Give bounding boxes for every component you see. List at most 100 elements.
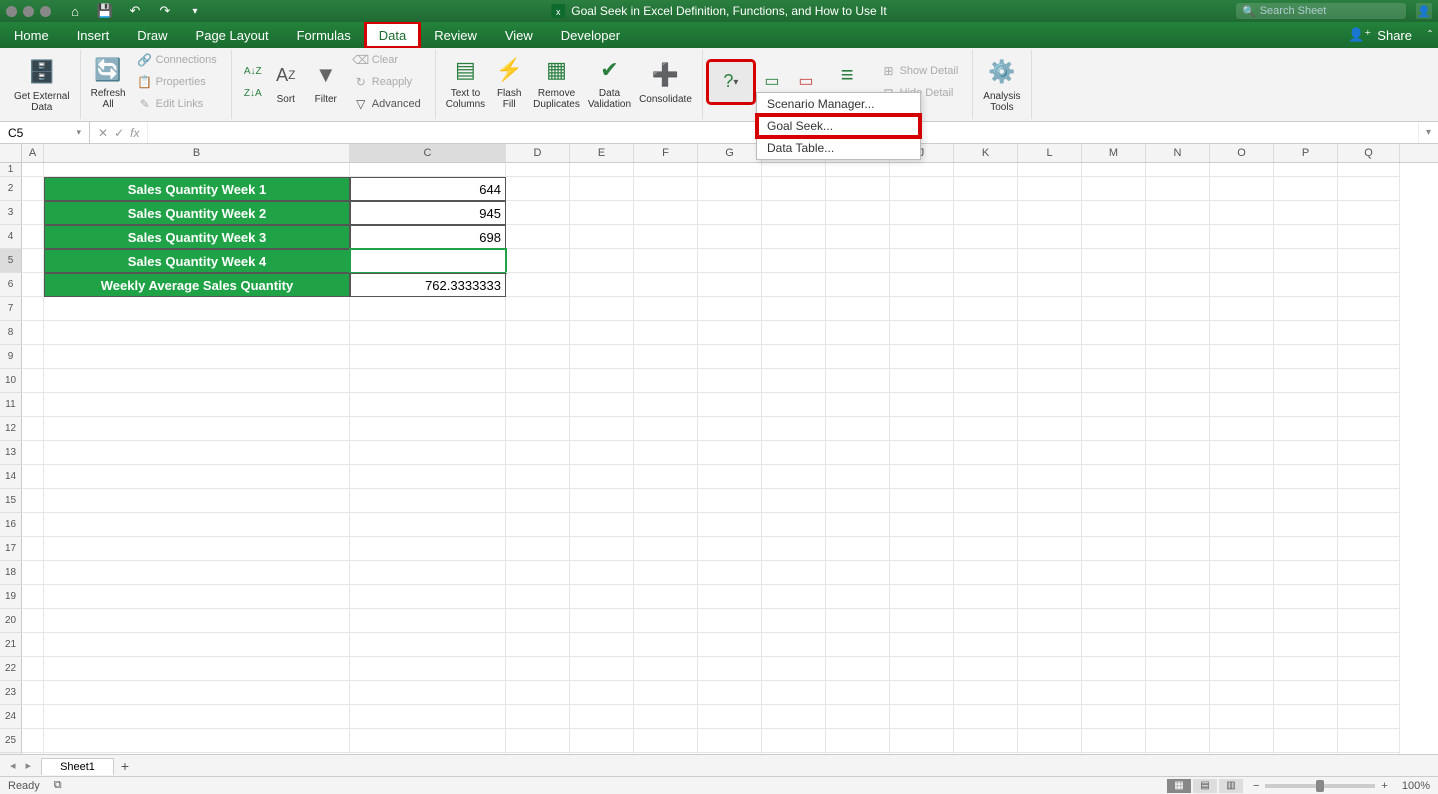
cell[interactable] [1274, 753, 1338, 754]
row-header-7[interactable]: 7 [0, 297, 22, 321]
cell[interactable] [890, 369, 954, 393]
cell[interactable] [570, 681, 634, 705]
cell[interactable] [1146, 609, 1210, 633]
cell[interactable] [890, 441, 954, 465]
cell[interactable] [762, 417, 826, 441]
cell[interactable] [1018, 705, 1082, 729]
cell[interactable] [1146, 417, 1210, 441]
tab-page-layout[interactable]: Page Layout [182, 22, 283, 48]
row-header-16[interactable]: 16 [0, 513, 22, 537]
cell[interactable] [1338, 249, 1400, 273]
cell[interactable] [890, 705, 954, 729]
cell[interactable] [1146, 177, 1210, 201]
cell[interactable] [634, 537, 698, 561]
cell[interactable] [698, 537, 762, 561]
cell[interactable] [570, 633, 634, 657]
cell[interactable] [506, 417, 570, 441]
cell[interactable] [1338, 633, 1400, 657]
cell[interactable] [1018, 681, 1082, 705]
cell[interactable] [1146, 513, 1210, 537]
cell[interactable] [954, 609, 1018, 633]
cell[interactable] [22, 417, 44, 441]
cell[interactable] [1338, 465, 1400, 489]
cell[interactable] [762, 609, 826, 633]
show-detail-button[interactable]: ⊞Show Detail [878, 61, 963, 81]
zoom-dot[interactable] [40, 6, 51, 17]
cell[interactable] [634, 681, 698, 705]
cell[interactable] [1018, 201, 1082, 225]
cell[interactable] [1210, 225, 1274, 249]
cell[interactable] [954, 633, 1018, 657]
cell[interactable] [1338, 489, 1400, 513]
cell[interactable] [1210, 441, 1274, 465]
remove-duplicates-button[interactable]: ▦Remove Duplicates [529, 47, 584, 117]
cell[interactable] [1018, 561, 1082, 585]
row-header-2[interactable]: 2 [0, 177, 22, 201]
tab-view[interactable]: View [491, 22, 547, 48]
cell[interactable] [350, 537, 506, 561]
cell[interactable] [1210, 513, 1274, 537]
cell[interactable] [1018, 537, 1082, 561]
cell[interactable]: 698 [350, 225, 506, 249]
cell[interactable] [1210, 585, 1274, 609]
cell[interactable] [506, 729, 570, 753]
cell[interactable] [1082, 657, 1146, 681]
cell[interactable] [1210, 609, 1274, 633]
cell[interactable] [1082, 489, 1146, 513]
minimize-dot[interactable] [23, 6, 34, 17]
cell[interactable] [570, 177, 634, 201]
cell[interactable] [698, 705, 762, 729]
cell[interactable] [1210, 489, 1274, 513]
cell[interactable] [1082, 729, 1146, 753]
cell[interactable] [954, 321, 1018, 345]
cell[interactable] [762, 633, 826, 657]
cell[interactable] [1274, 489, 1338, 513]
cell[interactable] [1274, 417, 1338, 441]
cell[interactable] [1018, 489, 1082, 513]
cell[interactable] [634, 753, 698, 754]
row-header-23[interactable]: 23 [0, 681, 22, 705]
cell[interactable] [826, 657, 890, 681]
cell[interactable] [506, 369, 570, 393]
cell[interactable] [762, 201, 826, 225]
cell[interactable] [1338, 513, 1400, 537]
cell[interactable] [22, 753, 44, 754]
cell[interactable] [1210, 657, 1274, 681]
cell[interactable] [762, 753, 826, 754]
cell[interactable] [44, 705, 350, 729]
cell[interactable] [570, 369, 634, 393]
cell[interactable] [890, 633, 954, 657]
cell[interactable] [1210, 681, 1274, 705]
cell[interactable] [698, 321, 762, 345]
cell[interactable] [1082, 609, 1146, 633]
cell[interactable] [1082, 345, 1146, 369]
cell[interactable] [1146, 201, 1210, 225]
cell[interactable] [826, 729, 890, 753]
row-header-21[interactable]: 21 [0, 633, 22, 657]
cell[interactable] [634, 417, 698, 441]
cell[interactable] [1146, 561, 1210, 585]
what-if-analysis-button[interactable]: ?▾ [709, 62, 753, 102]
cell[interactable] [762, 177, 826, 201]
cell[interactable]: 762.3333333 [350, 273, 506, 297]
cell[interactable] [1082, 321, 1146, 345]
cell[interactable] [44, 489, 350, 513]
cell[interactable] [506, 609, 570, 633]
cell[interactable] [1338, 273, 1400, 297]
cell[interactable] [826, 537, 890, 561]
row-header-26[interactable]: 26 [0, 753, 22, 754]
cell[interactable] [954, 297, 1018, 321]
flash-fill-button[interactable]: ⚡Flash Fill [489, 47, 529, 117]
accept-formula-icon[interactable]: ✓ [114, 126, 124, 140]
sort-za-button[interactable]: Z↓A [242, 83, 264, 103]
connections-button[interactable]: 🔗Connections [134, 50, 221, 70]
user-icon[interactable]: 👤 [1416, 3, 1432, 19]
cell[interactable] [22, 729, 44, 753]
cell[interactable] [506, 345, 570, 369]
cell[interactable] [1082, 537, 1146, 561]
cell[interactable] [1146, 681, 1210, 705]
cell[interactable] [570, 489, 634, 513]
cell[interactable] [1018, 163, 1082, 177]
col-Q[interactable]: Q [1338, 144, 1400, 162]
row-header-1[interactable]: 1 [0, 163, 22, 177]
